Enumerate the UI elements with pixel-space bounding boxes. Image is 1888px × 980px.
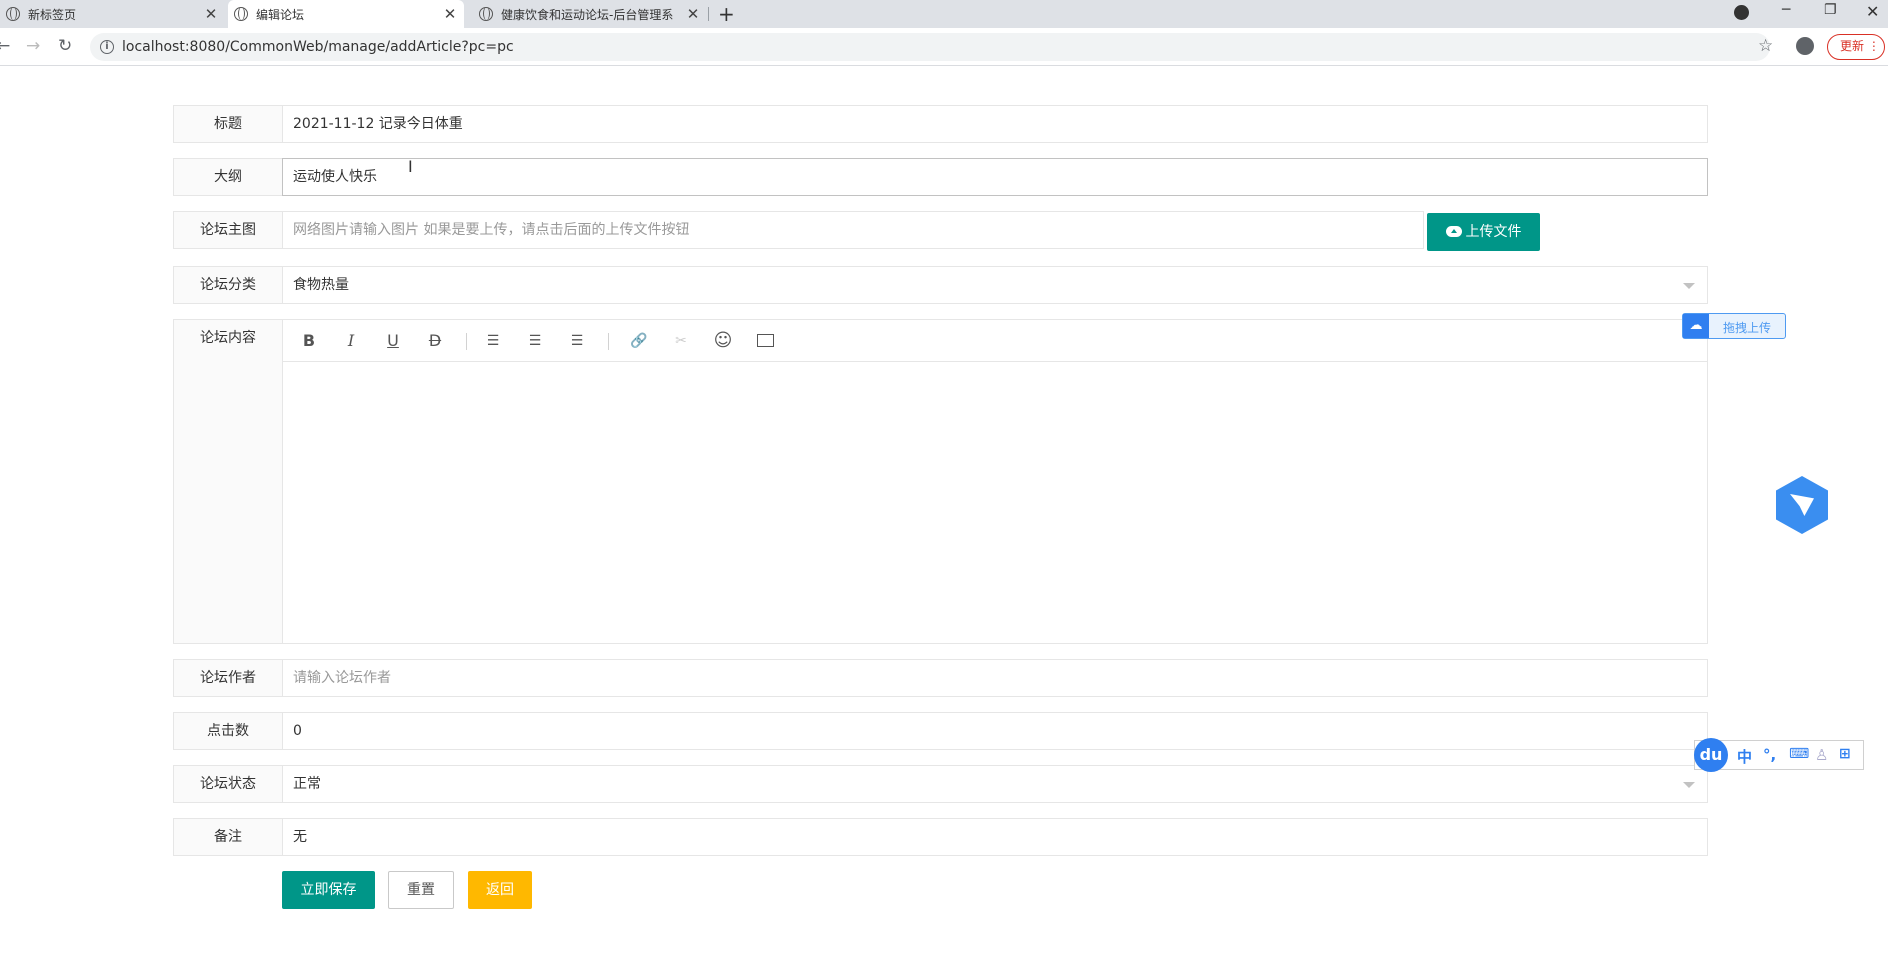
toolbar-divider xyxy=(608,333,609,350)
text-cursor-icon: I xyxy=(408,157,413,176)
tab-new-tab[interactable]: 新标签页 ✕ xyxy=(0,0,225,28)
italic-icon[interactable]: I xyxy=(339,329,363,353)
upload-label: 上传文件 xyxy=(1465,224,1522,240)
main-image-label: 论坛主图 xyxy=(173,211,283,249)
update-button[interactable]: 更新 ⋮ xyxy=(1827,34,1885,60)
close-icon[interactable]: ✕ xyxy=(685,5,701,23)
chevron-down-icon xyxy=(1683,283,1695,289)
remark-label: 备注 xyxy=(173,818,283,856)
image-icon[interactable] xyxy=(753,329,777,353)
bookmark-star-icon[interactable]: ☆ xyxy=(1758,36,1773,56)
forward-icon[interactable]: → xyxy=(26,36,40,56)
align-right-icon[interactable]: ☰ xyxy=(565,329,589,353)
outline-label: 大纲 xyxy=(173,158,283,196)
baidu-cloud-icon: ☁ xyxy=(1683,314,1709,338)
status-label: 论坛状态 xyxy=(173,765,283,803)
editor-toolbar: B I U D ☰ ☰ ☰ 🔗 ✂ ☺ xyxy=(283,320,1707,362)
tab-edit-forum[interactable]: 编辑论坛 ✕ xyxy=(228,0,464,28)
profile-menu-icon[interactable] xyxy=(1734,5,1749,20)
avatar[interactable] xyxy=(1796,37,1814,55)
info-icon[interactable]: i xyxy=(100,40,114,54)
close-icon[interactable]: ✕ xyxy=(203,5,219,23)
user-icon[interactable]: ♙ xyxy=(1815,746,1828,764)
tab-strip: 新标签页 ✕ 编辑论坛 ✕ 健康饮食和运动论坛-后台管理系 ✕ + ─ ❐ ✕ xyxy=(0,0,1888,28)
ime-mode-chinese[interactable]: 中 xyxy=(1737,746,1752,767)
tab-divider xyxy=(708,7,709,21)
tab-title: 新标签页 xyxy=(28,7,77,22)
globe-icon xyxy=(479,7,493,21)
category-select[interactable]: 食物热量 xyxy=(282,266,1708,304)
baidu-ime-logo[interactable]: du xyxy=(1694,738,1728,772)
title-input[interactable]: 2021-11-12 记录今日体重 xyxy=(282,105,1708,143)
clicks-input[interactable]: 0 xyxy=(282,712,1708,750)
back-icon[interactable]: ← xyxy=(0,36,10,56)
author-input[interactable]: 请输入论坛作者 xyxy=(282,659,1708,697)
main-image-input[interactable]: 网络图片请输入图片 如果是要上传，请点击后面的上传文件按钮 xyxy=(282,211,1424,249)
url-field[interactable]: i localhost:8080/CommonWeb/manage/addArt… xyxy=(90,33,1770,61)
status-select[interactable]: 正常 xyxy=(282,765,1708,803)
back-button[interactable]: 返回 xyxy=(468,871,532,909)
clicks-label: 点击数 xyxy=(173,712,283,750)
ime-toolbar: du 中 °, ⌨ ♙ ⊞ xyxy=(1694,738,1864,772)
title-label: 标题 xyxy=(173,105,283,143)
chevron-down-icon xyxy=(1683,782,1695,788)
category-value: 食物热量 xyxy=(293,277,349,293)
close-window-icon[interactable]: ✕ xyxy=(1866,2,1879,21)
bold-icon[interactable]: B xyxy=(297,329,321,353)
save-button[interactable]: 立即保存 xyxy=(282,871,375,909)
author-label: 论坛作者 xyxy=(173,659,283,697)
drag-upload-widget[interactable]: ☁ 拖拽上传 xyxy=(1682,313,1786,339)
drag-upload-label: 拖拽上传 xyxy=(1723,321,1772,335)
emoji-icon[interactable]: ☺ xyxy=(711,329,735,353)
globe-icon xyxy=(234,7,248,21)
editor-body[interactable] xyxy=(283,362,1707,642)
upload-file-button[interactable]: 上传文件 xyxy=(1427,213,1540,251)
toolbar-divider xyxy=(466,333,467,350)
rich-text-editor: B I U D ☰ ☰ ☰ 🔗 ✂ ☺ xyxy=(282,319,1708,644)
reset-button[interactable]: 重置 xyxy=(388,871,454,909)
status-value: 正常 xyxy=(293,776,321,792)
unlink-icon[interactable]: ✂ xyxy=(669,329,693,353)
tab-admin-system[interactable]: 健康饮食和运动论坛-后台管理系 ✕ xyxy=(473,0,707,28)
restore-icon[interactable]: ❐ xyxy=(1824,2,1837,18)
tab-title: 编辑论坛 xyxy=(256,7,305,22)
minimize-icon[interactable]: ─ xyxy=(1782,2,1790,18)
update-label: 更新 xyxy=(1840,39,1865,53)
ime-punctuation[interactable]: °, xyxy=(1763,746,1776,764)
link-icon[interactable]: 🔗 xyxy=(627,329,651,353)
close-icon[interactable]: ✕ xyxy=(442,5,458,23)
bird-assistant-icon[interactable] xyxy=(1776,476,1828,534)
underline-icon[interactable]: U xyxy=(381,329,405,353)
cloud-upload-icon xyxy=(1445,226,1462,237)
new-tab-icon[interactable]: + xyxy=(718,2,735,26)
remark-input[interactable]: 无 xyxy=(282,818,1708,856)
reload-icon[interactable]: ↻ xyxy=(58,36,72,56)
category-label: 论坛分类 xyxy=(173,266,283,304)
outline-input[interactable]: 运动使人快乐 xyxy=(282,158,1708,196)
grid-menu-icon[interactable]: ⊞ xyxy=(1839,746,1851,762)
align-left-icon[interactable]: ☰ xyxy=(481,329,505,353)
tab-title: 健康饮食和运动论坛-后台管理系 xyxy=(501,7,674,22)
url-text: localhost:8080/CommonWeb/manage/addArtic… xyxy=(122,39,514,55)
strikethrough-icon[interactable]: D xyxy=(423,329,447,353)
keyboard-icon[interactable]: ⌨ xyxy=(1789,746,1809,762)
content-label: 论坛内容 xyxy=(173,319,283,644)
align-center-icon[interactable]: ☰ xyxy=(523,329,547,353)
globe-icon xyxy=(6,7,20,21)
address-bar: ← → ↻ i localhost:8080/CommonWeb/manage/… xyxy=(0,28,1888,66)
